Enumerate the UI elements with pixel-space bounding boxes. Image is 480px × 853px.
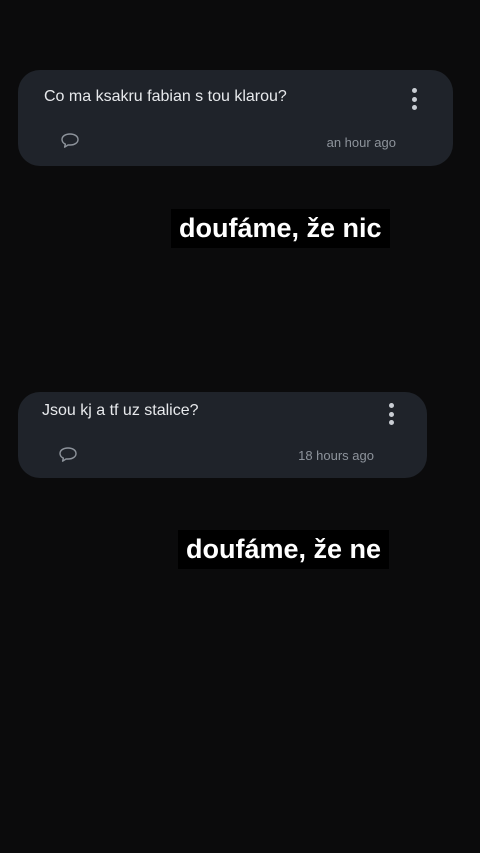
comment-icon[interactable] [60, 132, 80, 150]
menu-dot [411, 105, 417, 110]
answer-caption: doufáme, že nic [171, 209, 390, 249]
question-card-2[interactable]: Jsou kj a tf uz stalice? 18 hours ago [18, 392, 427, 478]
menu-dot [388, 420, 394, 425]
timestamp: 18 hours ago [298, 448, 374, 463]
timestamp: an hour ago [326, 135, 396, 150]
menu-dot [388, 403, 394, 408]
menu-dot [411, 88, 417, 93]
question-text: Jsou kj a tf uz stalice? [42, 402, 199, 419]
menu-dot [388, 411, 394, 417]
more-vertical-icon[interactable] [405, 86, 423, 112]
question-text: Co ma ksakru fabian s tou klarou? [44, 88, 287, 105]
question-card-1[interactable]: Co ma ksakru fabian s tou klarou? an hou… [18, 70, 453, 166]
answer-caption: doufáme, že ne [178, 530, 390, 570]
menu-dot [411, 96, 417, 102]
more-vertical-icon[interactable] [382, 401, 400, 427]
comment-icon[interactable] [58, 446, 78, 464]
